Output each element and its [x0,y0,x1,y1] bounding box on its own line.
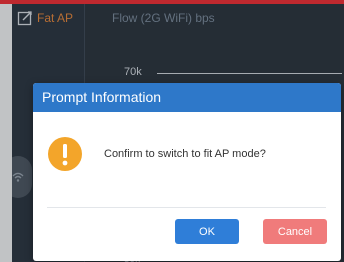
dialog-title: Prompt Information [33,83,341,112]
cancel-button[interactable]: Cancel [263,219,327,244]
warning-icon [48,137,82,171]
dialog-body: Confirm to switch to fit AP mode? OK Can… [33,112,341,261]
ok-button[interactable]: OK [175,219,239,244]
dialog-message: Confirm to switch to fit AP mode? [104,148,266,160]
prompt-dialog: Prompt Information Confirm to switch to … [33,83,341,261]
dialog-divider [47,207,326,208]
